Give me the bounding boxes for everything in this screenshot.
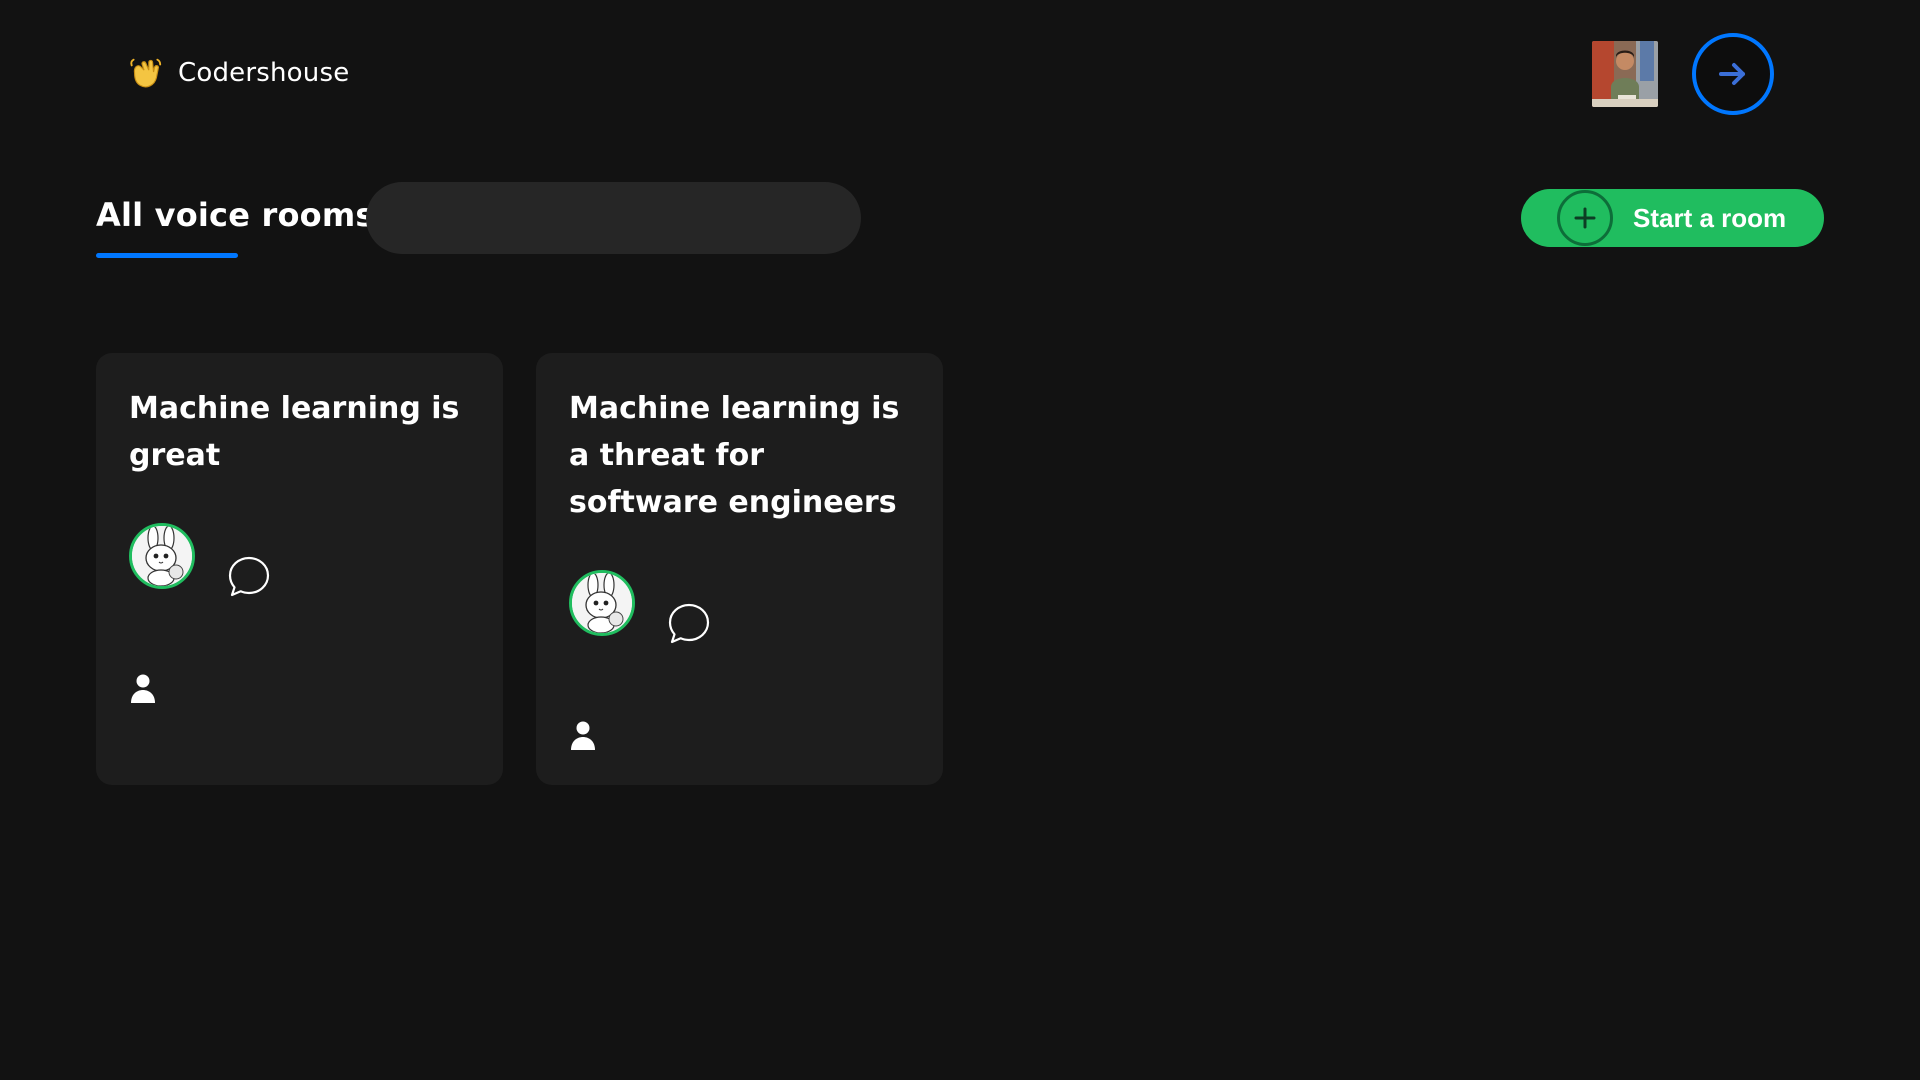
speaker-avatar [129,523,195,589]
bunny-avatar [572,573,632,633]
rooms-page: Codershouse All voice rooms Start a room… [0,0,1920,1080]
plus-icon-wrap [1557,190,1613,246]
search-input[interactable] [394,205,833,231]
speaker-avatar [569,570,635,636]
waving-hand-icon [130,58,162,88]
logout-button[interactable] [1692,33,1774,115]
start-room-button[interactable]: Start a room [1521,189,1824,247]
arrow-right-icon [1719,63,1745,85]
room-speakers [569,570,713,644]
chat-bubble-icon [228,556,270,597]
room-speakers [129,523,273,597]
person-icon [571,721,595,750]
start-room-label: Start a room [1633,202,1787,233]
title-underline [96,253,238,258]
top-navigation: Codershouse [0,0,1920,150]
bunny-avatar [132,526,192,586]
plus-icon [1574,207,1596,229]
room-topic: Machine learning is great [129,391,460,473]
brand-logo[interactable]: Codershouse [126,54,349,92]
room-card[interactable]: Machine learning is great [96,353,503,785]
user-photo [1592,41,1658,107]
person-icon [131,674,155,703]
profile-avatar[interactable] [1592,41,1658,107]
room-card[interactable]: Machine learning is a threat for softwar… [536,353,943,785]
room-topic: Machine learning is a threat for softwar… [569,391,900,520]
page-title: All voice rooms [96,196,375,234]
search-box[interactable] [366,182,861,254]
brand-name: Codershouse [178,58,350,88]
chat-bubble-icon [668,603,710,644]
